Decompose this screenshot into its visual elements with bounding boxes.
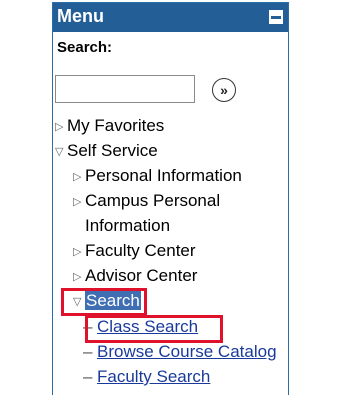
tree-item-faculty-center[interactable]: ▷ Faculty Center — [73, 240, 196, 263]
faculty-search-link[interactable]: Faculty Search — [97, 367, 210, 386]
tree-item-browse-course-catalog[interactable]: – Browse Course Catalog — [83, 341, 277, 363]
triangle-right-icon: ▷ — [73, 246, 82, 258]
minus-icon — [271, 15, 281, 19]
search-highlight-box — [61, 288, 147, 316]
tree-item-my-favorites[interactable]: ▷ My Favorites — [55, 115, 164, 138]
go-button[interactable]: » — [212, 78, 236, 102]
menu-header: Menu — [53, 3, 288, 32]
triangle-down-icon: ▽ — [55, 146, 64, 158]
tree-item-advisor-center[interactable]: ▷ Advisor Center — [73, 265, 197, 288]
browse-course-catalog-link[interactable]: Browse Course Catalog — [97, 342, 277, 361]
menu-title: Menu — [57, 6, 104, 26]
triangle-right-icon: ▷ — [73, 196, 82, 208]
tree-item-campus-personal-information[interactable]: ▷ Campus Personal — [73, 190, 220, 213]
double-chevron-right-icon: » — [220, 82, 228, 98]
triangle-right-icon: ▷ — [55, 121, 64, 133]
search-input[interactable] — [55, 75, 195, 103]
triangle-right-icon: ▷ — [73, 171, 82, 183]
triangle-right-icon: ▷ — [73, 271, 82, 283]
menu-panel: Menu Search: » ▷ My Favorites ▽ Self Servi… — [52, 2, 289, 395]
class-search-highlight-box — [85, 315, 223, 343]
tree-item-faculty-search[interactable]: – Faculty Search — [83, 366, 210, 388]
search-label: Search: — [57, 39, 113, 56]
tree-item-personal-information[interactable]: ▷ Personal Information — [73, 165, 242, 188]
tree-item-self-service[interactable]: ▽ Self Service — [55, 140, 158, 163]
collapse-menu-button[interactable] — [269, 10, 283, 24]
tree-item-campus-personal-information-cont[interactable]: Information — [85, 215, 170, 237]
